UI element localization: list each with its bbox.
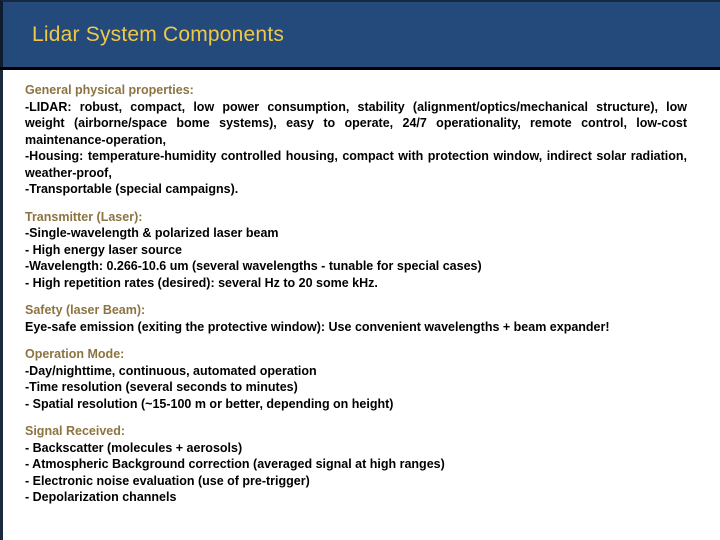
section-line: - High energy laser source <box>25 242 183 257</box>
section-heading: Transmitter (Laser): <box>25 209 143 224</box>
section-line: -Time resolution (several seconds to min… <box>25 380 298 394</box>
section-line: - Electronic noise evaluation (use of pr… <box>25 473 310 488</box>
slide-body: General physical properties: -LIDAR: rob… <box>0 70 720 540</box>
section-signal-received: Signal Received: - Backscatter (molecule… <box>25 423 687 506</box>
page-title: Lidar System Components <box>32 23 285 46</box>
section-line: Eye-safe emission (exiting the protectiv… <box>25 319 610 334</box>
section-line: -Single-wavelength & polarized laser bea… <box>25 226 279 240</box>
section-heading: Signal Received: <box>25 424 126 438</box>
section-general-physical-properties: General physical properties: -LIDAR: rob… <box>25 82 687 198</box>
section-safety-laser-beam: Safety (laser Beam): Eye-safe emission (… <box>25 302 687 335</box>
section-line: -Transportable (special campaigns). <box>25 182 239 196</box>
section-line: -LIDAR: robust, compact, low power consu… <box>25 99 687 147</box>
section-heading: General physical properties: <box>25 83 194 97</box>
section-line: - Depolarization channels <box>25 490 177 504</box>
section-line: - Backscatter (molecules + aerosols) <box>25 440 243 455</box>
slide: Lidar System Components General physical… <box>0 0 720 540</box>
section-operation-mode: Operation Mode: -Day/nighttime, continuo… <box>25 346 687 412</box>
section-line: - High repetition rates (desired): sever… <box>25 275 378 290</box>
section-line: -Housing: temperature-humidity controlle… <box>25 149 687 180</box>
content-column: General physical properties: -LIDAR: rob… <box>25 82 687 506</box>
section-heading: Operation Mode: <box>25 347 125 361</box>
section-line: -Day/nighttime, continuous, automated op… <box>25 363 317 378</box>
section-line: - Atmospheric Background correction (ave… <box>25 457 445 471</box>
section-line: -Wavelength: 0.266-10.6 um (several wave… <box>25 259 482 273</box>
section-heading: Safety (laser Beam): <box>25 303 146 317</box>
section-line: - Spatial resolution (~15-100 m or bette… <box>25 396 394 411</box>
slide-title-bar: Lidar System Components <box>0 0 720 67</box>
section-transmitter-laser: Transmitter (Laser): -Single-wavelength … <box>25 209 687 292</box>
